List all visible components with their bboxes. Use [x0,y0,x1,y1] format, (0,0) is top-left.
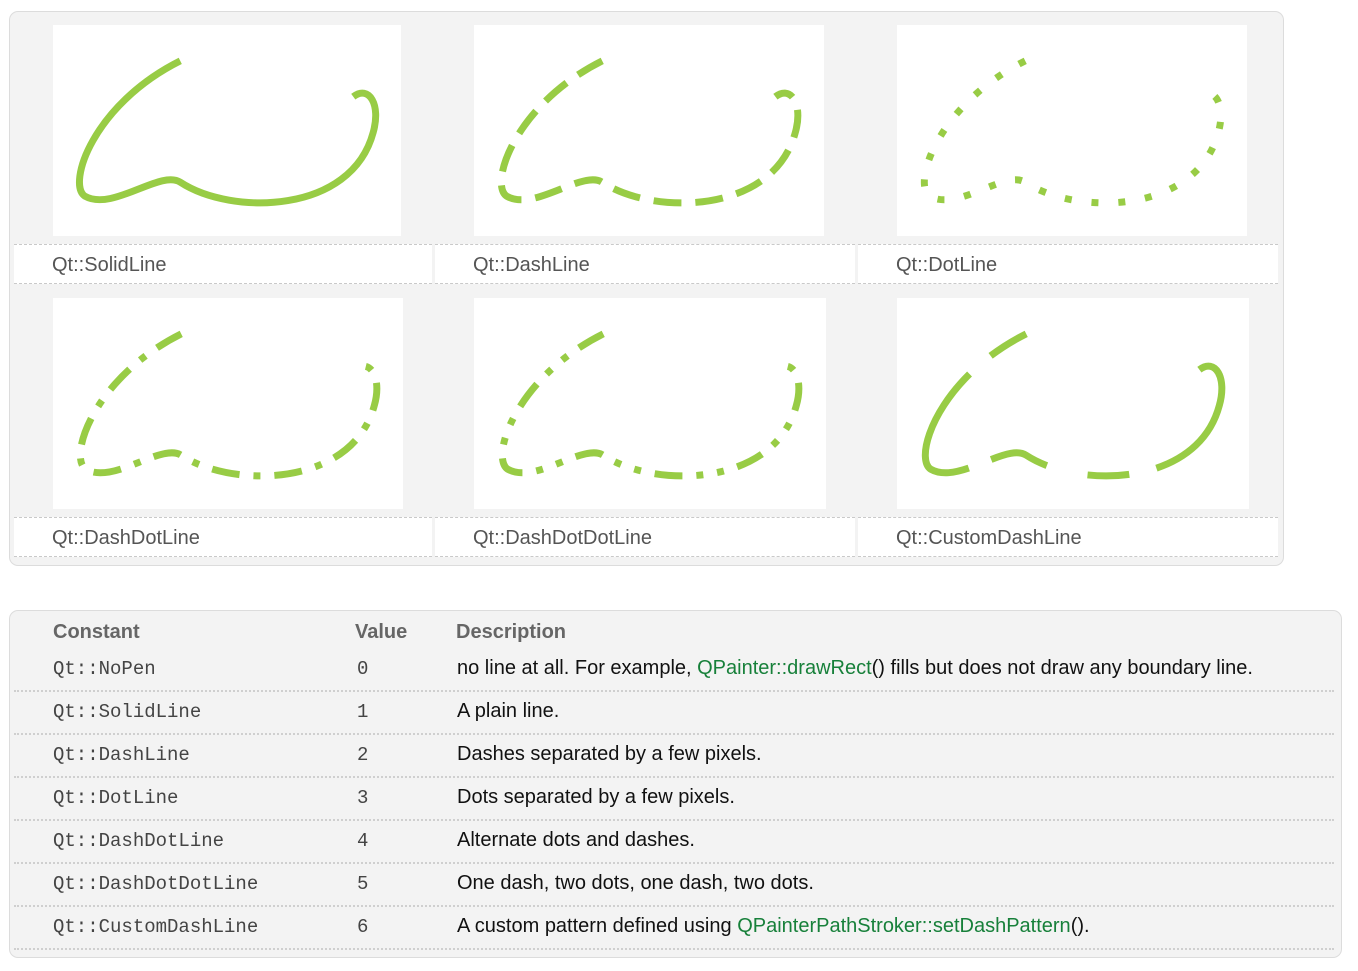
value-cell: 4 [357,830,369,852]
row-divider [14,948,1334,950]
caption-dash-dot-dot-line: Qt::DashDotDotLine [435,517,855,557]
constant-cell: Qt::DashDotDotLine [53,873,259,895]
pen-style-gallery: Qt::SolidLine Qt::DashLine Qt::DotLine Q… [9,11,1284,566]
table-row: Qt::DashDotDotLine 5 One dash, two dots,… [14,864,1334,907]
description-cell: Alternate dots and dashes. [457,829,695,851]
dash-dot-dot-line-image [474,298,826,509]
table-row: Qt::NoPen 0 no line at all. For example,… [14,649,1334,692]
constant-cell: Qt::DashDotLine [53,830,225,852]
table-row: Qt::CustomDashLine 6 A custom pattern de… [14,907,1334,950]
caption-dot-line: Qt::DotLine [858,244,1278,284]
custom-dash-line-image [897,298,1249,509]
constant-cell: Qt::NoPen [53,658,156,680]
value-cell: 3 [357,787,369,809]
table-row: Qt::SolidLine 1 A plain line. [14,692,1334,735]
caption-dash-dot-line: Qt::DashDotLine [14,517,432,557]
constant-cell: Qt::DotLine [53,787,179,809]
header-value: Value [355,621,408,643]
caption-solid-line: Qt::SolidLine [14,244,432,284]
dot-line-image [897,25,1247,236]
solid-line-image [53,25,401,236]
table-row: Qt::DashDotLine 4 Alternate dots and das… [14,821,1334,864]
description-cell: A custom pattern defined using QPainterP… [457,915,1090,937]
value-cell: 2 [357,744,369,766]
header-constant: Constant [53,621,140,643]
constant-cell: Qt::CustomDashLine [53,916,259,938]
caption-custom-dash-line: Qt::CustomDashLine [858,517,1278,557]
table-row: Qt::DotLine 3 Dots separated by a few pi… [14,778,1334,821]
pen-style-table: Constant Value Description Qt::NoPen 0 n… [9,610,1342,958]
constant-cell: Qt::SolidLine [53,701,202,723]
description-cell: One dash, two dots, one dash, two dots. [457,872,814,894]
table-row: Qt::DashLine 2 Dashes separated by a few… [14,735,1334,778]
qpainter-drawrect-link[interactable]: QPainter::drawRect [697,657,872,679]
description-cell: Dashes separated by a few pixels. [457,743,762,765]
dash-line-image [474,25,824,236]
set-dash-pattern-link[interactable]: QPainterPathStroker::setDashPattern [737,915,1071,937]
value-cell: 6 [357,916,369,938]
value-cell: 0 [357,658,369,680]
description-cell: Dots separated by a few pixels. [457,786,735,808]
header-description: Description [456,621,567,643]
description-cell: A plain line. [457,700,560,722]
constant-cell: Qt::DashLine [53,744,190,766]
description-cell: no line at all. For example, QPainter::d… [457,657,1253,679]
dash-dot-line-image [53,298,403,509]
value-cell: 5 [357,873,369,895]
value-cell: 1 [357,701,369,723]
caption-dash-line: Qt::DashLine [435,244,855,284]
